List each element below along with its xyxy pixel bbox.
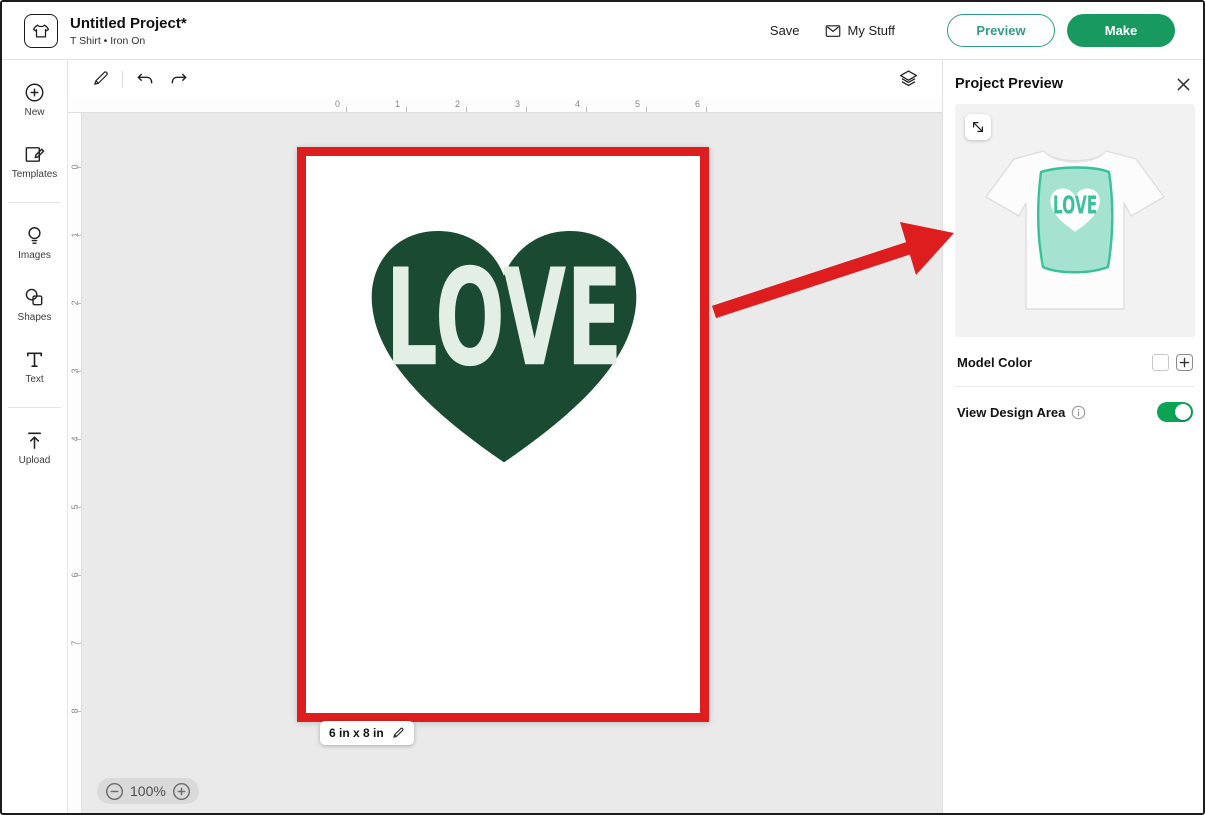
ruler-label: 3 [515,99,520,109]
save-button[interactable]: Save [770,23,800,38]
pencil-icon [391,726,405,740]
project-tshirt-icon[interactable] [24,14,58,48]
model-color-swatch[interactable] [1152,354,1169,371]
topbar-actions: Save My Stuff Preview Make [770,14,1175,47]
sidebar-item-label: Shapes [18,312,52,323]
make-button[interactable]: Make [1067,14,1175,47]
zoom-level: 100% [130,783,166,799]
toggle-knob [1175,404,1191,420]
love-text: LOVE [385,239,622,396]
envelope-icon [824,22,842,40]
panel-title: Project Preview [955,76,1063,92]
project-subtitle: T Shirt • Iron On [70,35,187,47]
add-color-button[interactable] [1176,354,1193,371]
project-title: Untitled Project* [70,15,187,32]
layers-button[interactable] [894,65,922,93]
panel-body: Model Color View Design Area [943,337,1205,437]
sidebar-item-label: New [24,107,44,118]
sidebar-item-text[interactable]: Text [2,335,67,397]
expand-preview-button[interactable] [965,114,991,140]
project-title-block: Untitled Project* T Shirt • Iron On [70,15,187,47]
info-icon[interactable] [1071,405,1086,420]
sidebar-item-label: Templates [12,169,58,180]
edit-pencil-button[interactable] [86,65,114,93]
my-stuff-label: My Stuff [848,23,895,38]
vertical-ruler: 0 1 2 3 4 5 6 7 8 [68,113,82,815]
artboard-size-label: 6 in x 8 in [329,726,384,740]
zoom-control: 100% [97,778,199,804]
plus-circle-icon [23,81,46,104]
project-preview-panel: Project Preview LOVE [942,60,1205,815]
tshirt-icon [31,21,51,41]
ruler-label: 5 [635,99,640,109]
pencil-icon [91,69,110,88]
sidebar-item-new[interactable]: New [2,68,67,130]
redo-button[interactable] [165,65,193,93]
plus-circle-icon [172,782,191,801]
preview-button[interactable]: Preview [947,14,1055,47]
layers-icon [898,68,919,89]
undo-button[interactable] [131,65,159,93]
artboard-red-highlight: LOVE [297,147,709,722]
sidebar-item-images[interactable]: Images [2,211,67,273]
sidebar-item-label: Text [25,374,43,385]
zoom-in-button[interactable] [172,782,191,801]
sidebar-item-upload[interactable]: Upload [2,416,67,478]
love-heart-design[interactable]: LOVE [348,202,660,474]
canvas-column: 0 1 2 3 4 5 6 0 1 2 3 4 5 6 7 8 [68,60,942,815]
ruler-label: 6 [695,99,700,109]
sidebar-group-project: New Templates [2,60,67,202]
redo-icon [169,69,189,89]
expand-icon [971,120,985,134]
sidebar-item-templates[interactable]: Templates [2,130,67,192]
sidebar-item-label: Upload [19,455,51,466]
left-sidebar: New Templates Images Shapes [2,60,68,815]
ruler-label: 1 [395,99,400,109]
ruler-label: 4 [575,99,580,109]
minus-circle-icon [105,782,124,801]
zoom-out-button[interactable] [105,782,124,801]
model-color-row: Model Color [955,337,1195,387]
panel-header: Project Preview [943,60,1205,104]
close-icon [1176,77,1191,92]
shapes-icon [23,286,46,309]
sidebar-group-upload: Upload [2,408,67,488]
template-pencil-icon [23,143,46,166]
sidebar-group-insert: Images Shapes Text [2,203,67,407]
view-design-area-label: View Design Area [957,405,1065,420]
shirt-love-text: LOVE [1053,191,1097,220]
shirt-preview-image: LOVE [955,104,1195,337]
horizontal-ruler: 0 1 2 3 4 5 6 [68,97,942,113]
sidebar-item-shapes[interactable]: Shapes [2,273,67,335]
lightbulb-icon [23,224,46,247]
toolbar-divider [122,71,123,87]
view-design-area-row: View Design Area [955,387,1195,437]
tshirt-mockup: LOVE [955,104,1195,337]
app-window: Untitled Project* T Shirt • Iron On Save… [0,0,1205,815]
my-stuff-button[interactable]: My Stuff [824,22,895,40]
close-panel-button[interactable] [1173,74,1193,94]
ruler-label: 2 [455,99,460,109]
model-color-label: Model Color [957,355,1032,370]
plus-icon [1179,357,1190,368]
sidebar-item-label: Images [18,250,51,261]
top-bar: Untitled Project* T Shirt • Iron On Save… [2,2,1203,60]
upload-arrow-icon [23,429,46,452]
artboard-size-tag[interactable]: 6 in x 8 in [320,721,414,745]
undo-icon [135,69,155,89]
ruler-label: 0 [335,99,340,109]
view-design-area-toggle[interactable] [1157,402,1193,422]
canvas-toolbar [68,60,942,97]
text-serif-icon [23,348,46,371]
